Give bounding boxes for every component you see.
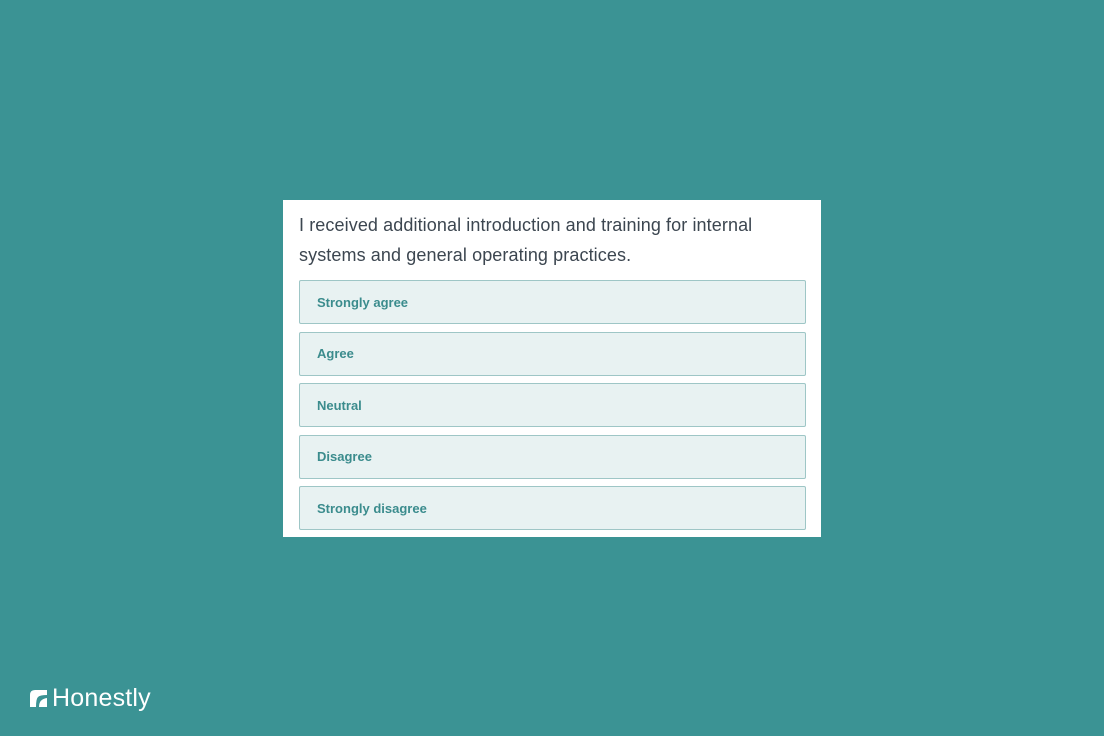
- option-agree[interactable]: Agree: [299, 331, 806, 376]
- brand-name: Honestly: [52, 684, 151, 712]
- option-neutral[interactable]: Neutral: [299, 383, 806, 427]
- option-label: Strongly disagree: [317, 500, 427, 516]
- honestly-logo-icon: [30, 689, 47, 707]
- option-strongly-agree[interactable]: Strongly agree: [299, 280, 806, 324]
- option-label: Agree: [317, 346, 354, 361]
- option-disagree[interactable]: Disagree: [299, 434, 806, 479]
- brand-logo: Honestly: [28, 684, 151, 712]
- option-strongly-disagree[interactable]: Strongly disagree: [299, 486, 806, 530]
- option-label: Neutral: [317, 397, 362, 413]
- answer-options: Strongly agree Agree Neutral Disagree St…: [299, 280, 806, 538]
- question-text: I received additional introduction and t…: [299, 215, 753, 265]
- survey-question-card: I received additional introduction and t…: [283, 200, 821, 537]
- option-label: Disagree: [317, 449, 372, 464]
- option-label: Strongly agree: [317, 294, 409, 310]
